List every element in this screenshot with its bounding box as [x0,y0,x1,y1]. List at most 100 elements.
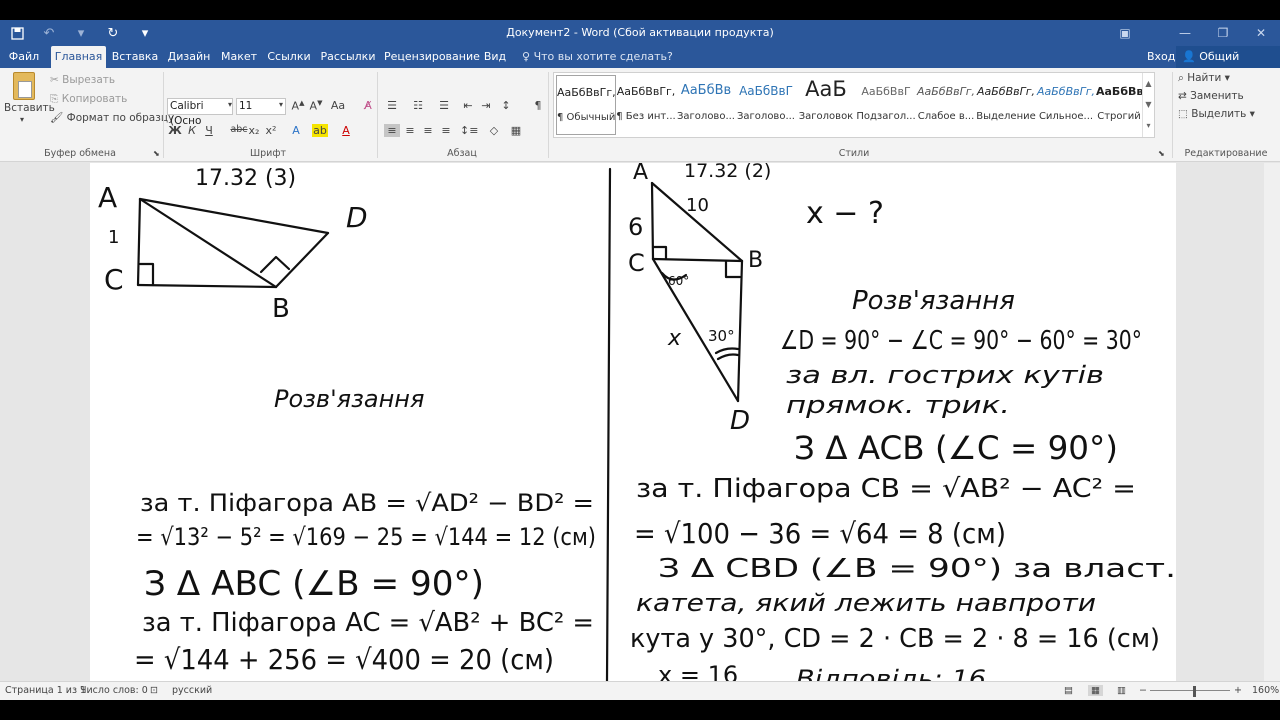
chevron-down-icon[interactable]: ▾ [72,24,90,42]
ribbon-display-options-icon[interactable]: ▣ [1106,20,1144,46]
clear-formatting-icon[interactable]: A̸ [360,99,376,112]
bold-button[interactable]: Ж [167,124,183,137]
tell-me-box[interactable]: ♀ Что вы хотите сделать? [522,46,673,68]
style-subtle-emphasis[interactable]: АаБбВвГг, Слабое в... [916,75,976,135]
document-page[interactable]: 17.32 (3) A C D B 1 Розв'язання за т. Пі… [90,163,1176,681]
multilevel-list-icon[interactable]: ☰ [436,99,452,112]
right-line-7: З Δ CBD (∠B = 90°) за власт. [658,554,1176,584]
dialog-launcher-icon[interactable]: ⬊ [1158,149,1165,158]
read-mode-icon[interactable]: ▤ [1064,685,1073,696]
paragraph-group-label: Абзац [447,148,477,159]
right-label-ab: 10 [686,195,709,216]
font-color-icon[interactable]: A [338,124,354,137]
change-case-button[interactable]: Aa [330,99,346,112]
redo-icon[interactable]: ↻ [104,24,122,42]
grow-font-icon[interactable]: A▲ [290,99,306,113]
align-center-icon[interactable]: ≡ [402,124,418,137]
styles-gallery[interactable]: АаБбВвГг, ¶ Обычный АаБбВвГг, ¶ Без инт...… [553,72,1155,138]
chevron-down-icon[interactable]: ▾ [279,100,283,109]
style-normal[interactable]: АаБбВвГг, ¶ Обычный [556,75,616,135]
zoom-slider[interactable] [1150,690,1230,691]
customize-qat-icon[interactable]: ▾ [136,24,154,42]
tab-layout[interactable]: Макет [219,46,259,68]
right-angle-30: 30° [708,327,735,345]
dialog-launcher-icon[interactable]: ⬊ [153,149,160,158]
font-name-input[interactable]: Calibri (Осно [167,98,233,127]
share-button[interactable]: 👤 Общий доступ [1176,46,1280,85]
align-right-icon[interactable]: ≡ [420,124,436,137]
style-strong[interactable]: АаБбВвГг,Строгий [1096,75,1142,135]
format-painter-button[interactable]: 🖌 Формат по образцу [50,111,174,124]
style-heading-2[interactable]: АаБбВвГ Заголово... [736,75,796,135]
italic-button[interactable]: К [184,124,200,137]
left-line-5: = √144 + 256 = √400 = 20 (см) [134,643,554,676]
find-button[interactable]: ⌕ Найти ▾ [1178,72,1230,85]
show-marks-icon[interactable]: ¶ [530,99,546,112]
web-layout-icon[interactable]: ▥ [1117,685,1126,696]
close-icon[interactable]: ✕ [1242,20,1280,46]
page-count[interactable]: Страница 1 из 1 [5,685,86,696]
gallery-scroll[interactable]: ▲ ▼ ▾ [1142,73,1154,137]
decrease-indent-icon[interactable]: ⇤ [460,99,476,112]
style-emphasis[interactable]: АаБбВвГг, Выделение [976,75,1036,135]
align-left-icon[interactable]: ≡ [384,124,400,137]
right-line-4: З Δ ACB (∠C = 90°) [794,429,1118,467]
style-no-spacing[interactable]: АаБбВвГг, ¶ Без инт... [616,75,676,135]
zoom-out-icon[interactable]: − [1139,685,1147,696]
zoom-slider-thumb[interactable] [1193,686,1196,697]
paste-button[interactable]: Вставить [4,102,55,114]
tab-insert[interactable]: Вставка [111,46,159,68]
zoom-in-icon[interactable]: + [1234,685,1242,696]
tab-view[interactable]: Вид [479,46,511,68]
more-icon[interactable]: ▾ [1143,115,1154,136]
chevron-down-icon[interactable]: ▾ [228,100,232,109]
increase-indent-icon[interactable]: ⇥ [478,99,494,112]
word-count[interactable]: Число слов: 0 [80,685,148,696]
sort-icon[interactable]: ↕ [498,99,514,112]
print-layout-icon[interactable]: ▦ [1088,685,1103,696]
vertical-scrollbar[interactable] [1264,163,1280,681]
chevron-down-icon[interactable]: ▼ [1143,94,1154,115]
bullets-icon[interactable]: ☰ [384,99,400,112]
undo-icon[interactable]: ↶ [40,24,58,42]
chevron-up-icon[interactable]: ▲ [1143,73,1154,94]
right-label-x: x [667,326,682,351]
justify-icon[interactable]: ≡ [438,124,454,137]
chevron-down-icon[interactable]: ▾ [20,115,24,124]
page-divider [605,167,612,681]
shading-icon[interactable]: ◇ [486,124,502,137]
style-title[interactable]: АаБ Заголовок [796,75,856,135]
paste-icon[interactable] [13,72,35,100]
restore-icon[interactable]: ❐ [1204,20,1242,46]
numbering-icon[interactable]: ☷ [410,99,426,112]
language-indicator[interactable]: русский [172,685,212,696]
tab-file[interactable]: Файл [4,46,44,68]
line-spacing-icon[interactable]: ↕≡ [460,124,478,137]
cut-button[interactable]: ✂ Вырезать [50,74,115,86]
superscript-button[interactable]: x² [263,124,279,137]
text-effects-icon[interactable]: A [288,124,304,137]
borders-icon[interactable]: ▦ [508,124,524,137]
tab-references[interactable]: Ссылки [266,46,312,68]
save-icon[interactable] [8,24,26,42]
tab-review[interactable]: Рецензирование [384,46,480,68]
tab-home[interactable]: Главная [51,46,106,68]
subscript-button[interactable]: x₂ [246,124,262,137]
tab-design[interactable]: Дизайн [166,46,212,68]
right-line-10: x = 16 [658,661,738,681]
zoom-level[interactable]: 160% [1252,685,1279,696]
proofing-icon[interactable]: ⊡ [150,685,158,696]
tab-mailings[interactable]: Рассылки [319,46,377,68]
highlight-icon[interactable]: ab [312,124,328,137]
document-area: 17.32 (3) A C D B 1 Розв'язання за т. Пі… [0,163,1280,681]
style-intense-emphasis[interactable]: АаБбВвГг, Сильное... [1036,75,1096,135]
style-heading-1[interactable]: АаБбВв Заголово... [676,75,736,135]
copy-button[interactable]: ⎘ Копировать [50,93,127,106]
replace-button[interactable]: ⇄ Заменить [1178,90,1244,102]
minimize-icon[interactable]: — [1166,20,1204,46]
select-button[interactable]: ⬚ Выделить ▾ [1178,108,1255,120]
underline-button[interactable]: Ч [201,124,217,137]
sign-in-link[interactable]: Вход [1147,46,1175,68]
style-subtitle[interactable]: АаБбВвГ Подзагол... [856,75,916,135]
shrink-font-icon[interactable]: A▼ [308,99,324,113]
